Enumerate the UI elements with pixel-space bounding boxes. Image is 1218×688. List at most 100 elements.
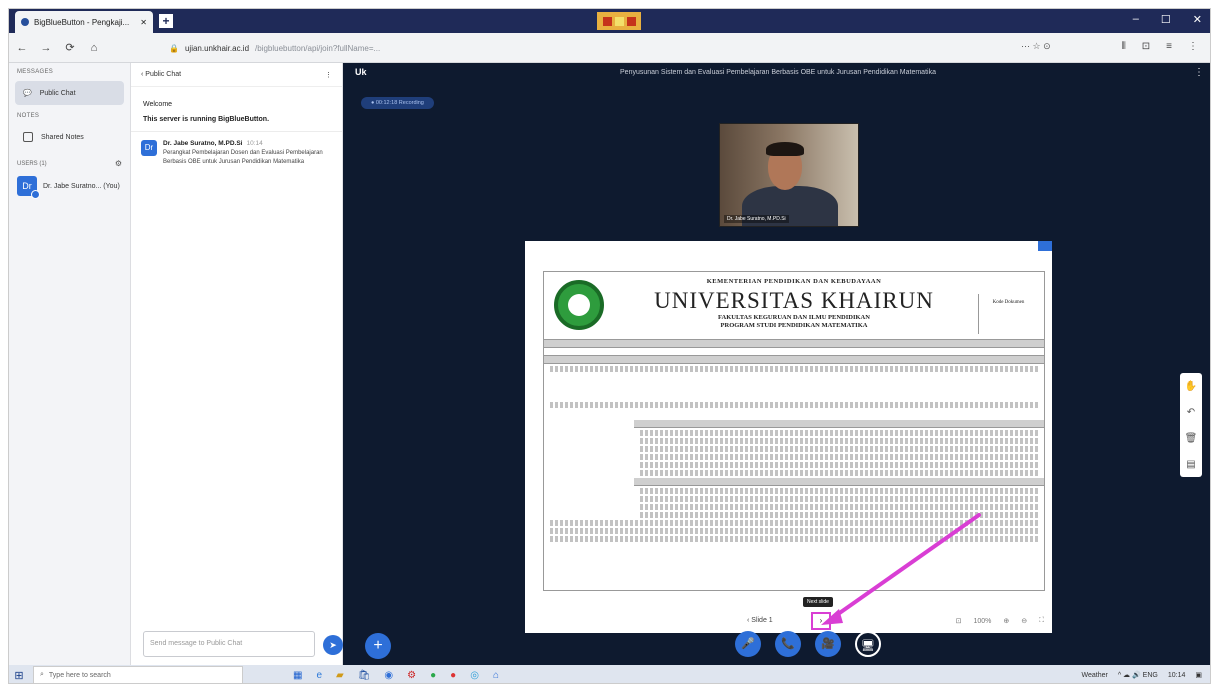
next-slide-tooltip: Next slide [803, 597, 833, 607]
lock-icon: 🔒 [169, 43, 179, 53]
learning-outcomes-block [544, 420, 1044, 590]
sidebar-item-public-chat[interactable]: 💬 Public Chat [15, 81, 124, 105]
undo-icon[interactable]: ↶ [1187, 407, 1195, 418]
address-bar[interactable]: 🔒 ujian.unkhair.ac.id /bigbluebutton/api… [169, 39, 1049, 57]
sidebar-item-shared-notes[interactable]: Shared Notes [15, 125, 124, 149]
sidebar-item-label: Public Chat [39, 89, 76, 97]
avatar: Dr [141, 140, 157, 156]
leave-audio-button[interactable]: 📞 [775, 631, 801, 657]
table-header-row [544, 356, 1044, 364]
webcam-video[interactable]: Dr. Jabe Suratno, M.PD.Si [719, 123, 859, 227]
sidebar-icon[interactable]: ⊡ [1142, 41, 1150, 52]
app-icon[interactable]: ⌂ [493, 670, 499, 681]
minimize-presentation-button[interactable] [1038, 241, 1052, 251]
close-window-button[interactable]: ✕ [1193, 13, 1202, 26]
browser-window: BigBlueButton - Pengkaji... ✕ + – ☐ ✕ ← … [8, 8, 1211, 684]
weather-widget[interactable]: Weather [1081, 672, 1107, 679]
message-author: Dr. Jabe Suratno, M.PD.Si 10:14 [163, 140, 263, 147]
url-host: ujian.unkhair.ac.id [184, 43, 250, 53]
forward-button[interactable]: → [39, 42, 53, 54]
messages-section-title: MESSAGES [17, 69, 54, 75]
user-badge[interactable]: Uk [355, 67, 367, 77]
home-button[interactable]: ⌂ [87, 42, 101, 54]
system-tray: Weather ^ ☁ 🔊 ENG 10:14 ▣ [1081, 671, 1210, 680]
gear-icon[interactable]: ⚙ [115, 159, 122, 168]
app-icon[interactable]: ● [450, 670, 456, 681]
file-explorer-icon[interactable]: ▰ [336, 670, 344, 681]
fullscreen-icon[interactable]: ⛶ [1039, 617, 1044, 625]
chat-options-icon[interactable]: ⋮ [325, 71, 332, 79]
taskbar-search[interactable]: ⌕ Type here to search [33, 666, 243, 683]
send-message-button[interactable]: ➤ [323, 635, 343, 655]
doc-faculty: FAKULTAS KEGURUAN DAN ILMU PENDIDIKAN PR… [718, 314, 870, 329]
library-icon[interactable]: ⫴ [1122, 41, 1126, 52]
start-button[interactable]: ⊞ [9, 665, 29, 683]
reload-button[interactable]: ⟳ [63, 41, 77, 54]
next-slide-button[interactable]: › [811, 612, 831, 630]
fit-width-icon[interactable]: ⊡ [956, 617, 962, 625]
person-hair [766, 142, 804, 156]
extensions-icon[interactable]: ≡ [1166, 41, 1172, 52]
document-header: KEMENTERIAN PENDIDIKAN DAN KEBUDAYAAN UN… [544, 272, 1044, 340]
user-name: Dr. Jabe Suratno... (You) [43, 182, 120, 190]
chrome-icon[interactable]: ◉ [384, 670, 393, 681]
notes-icon [23, 132, 33, 142]
recording-indicator[interactable]: ● 00:12:18 Recording [361, 97, 434, 109]
favicon-icon [21, 18, 29, 26]
share-screen-button[interactable]: 🖥 [855, 631, 881, 657]
task-view-icon[interactable]: ▦ [293, 670, 302, 681]
webcam-button[interactable]: 🎥 [815, 631, 841, 657]
navigation-bar: ← → ⟳ ⌂ 🔒 ujian.unkhair.ac.id /bigbluebu… [9, 33, 1210, 63]
settings-icon[interactable]: ⚙ [407, 670, 416, 681]
menu-icon[interactable]: ⋮ [1188, 41, 1198, 52]
hide-chat-button[interactable]: ‹ Public Chat [141, 71, 181, 78]
multi-user-icon[interactable]: ▤ [1186, 459, 1195, 470]
tab-close-icon[interactable]: ✕ [140, 18, 147, 27]
app-icon[interactable]: ◎ [470, 670, 479, 681]
clock[interactable]: 10:14 [1168, 672, 1186, 679]
hand-tool-icon[interactable]: ✋ [1185, 381, 1197, 392]
presentation-slide[interactable]: KEMENTERIAN PENDIDIKAN DAN KEBUDAYAAN UN… [525, 241, 1052, 633]
public-chat-panel: ‹ Public Chat ⋮ Welcome This server is r… [131, 63, 343, 665]
table-header-row [544, 340, 1044, 348]
webcam-name-label: Dr. Jabe Suratno, M.PD.Si [724, 215, 789, 223]
maximize-button[interactable]: ☐ [1161, 13, 1171, 26]
pinned-apps: ▦ e ▰ 🛍 ◉ ⚙ ● ● ◎ ⌂ [293, 670, 499, 681]
browser-tab[interactable]: BigBlueButton - Pengkaji... ✕ [15, 11, 153, 33]
recorder-icon[interactable] [597, 12, 641, 30]
new-tab-button[interactable]: + [159, 14, 173, 28]
minimize-button[interactable]: – [1133, 13, 1139, 26]
os-taskbar: ⊞ ⌕ Type here to search ▦ e ▰ 🛍 ◉ ⚙ ● ● … [9, 665, 1210, 683]
window-controls: – ☐ ✕ [1133, 13, 1202, 26]
signature-block [544, 364, 1044, 416]
users-section-header: USERS (1) ⚙ [9, 151, 130, 172]
message-time: 10:14 [246, 140, 263, 147]
tray-icons[interactable]: ^ ☁ 🔊 ENG [1118, 671, 1158, 679]
store-icon[interactable]: 🛍 [358, 670, 371, 681]
slide-selector[interactable]: ‹ Slide 1 [747, 617, 773, 624]
url-path: /bigbluebutton/api/join?fullName=... [255, 43, 381, 53]
edge-icon[interactable]: e [316, 670, 322, 681]
options-menu-icon[interactable]: ⋮ [1194, 67, 1204, 78]
welcome-message: This server is running BigBlueButton. [131, 112, 342, 132]
doc-university: UNIVERSITAS KHAIRUN [654, 288, 934, 313]
zoom-out-icon[interactable]: ⊖ [1021, 617, 1027, 625]
toolbar-icons: ⫴ ⊡ ≡ ⋮ [1122, 41, 1198, 52]
user-list-item[interactable]: Dr Dr. Jabe Suratno... (You) [9, 172, 130, 200]
chat-header: ‹ Public Chat ⋮ [131, 63, 342, 87]
zoom-in-icon[interactable]: ⊕ [1003, 617, 1009, 625]
back-button[interactable]: ← [15, 42, 29, 54]
page-actions[interactable]: ⋯ ☆ ⊙ [1021, 41, 1051, 52]
app-icon[interactable]: ● [430, 670, 436, 681]
notification-icon[interactable]: ▣ [1195, 671, 1202, 679]
actions-plus-button[interactable]: + [365, 633, 391, 659]
chat-message-input[interactable]: Send message to Public Chat [143, 631, 315, 657]
doc-ministry: KEMENTERIAN PENDIDIKAN DAN KEBUDAYAAN [706, 278, 882, 285]
user-list-sidebar: MESSAGES 💬 Public Chat NOTES Shared Note… [9, 63, 131, 665]
tab-title: BigBlueButton - Pengkaji... [34, 17, 130, 27]
trash-icon[interactable]: 🗑 [1185, 433, 1198, 444]
microphone-button[interactable]: 🎤 [735, 631, 761, 657]
welcome-title: Welcome [143, 101, 173, 108]
doc-code-box: Kode Dokumen [978, 294, 1038, 334]
search-placeholder: Type here to search [48, 671, 111, 679]
